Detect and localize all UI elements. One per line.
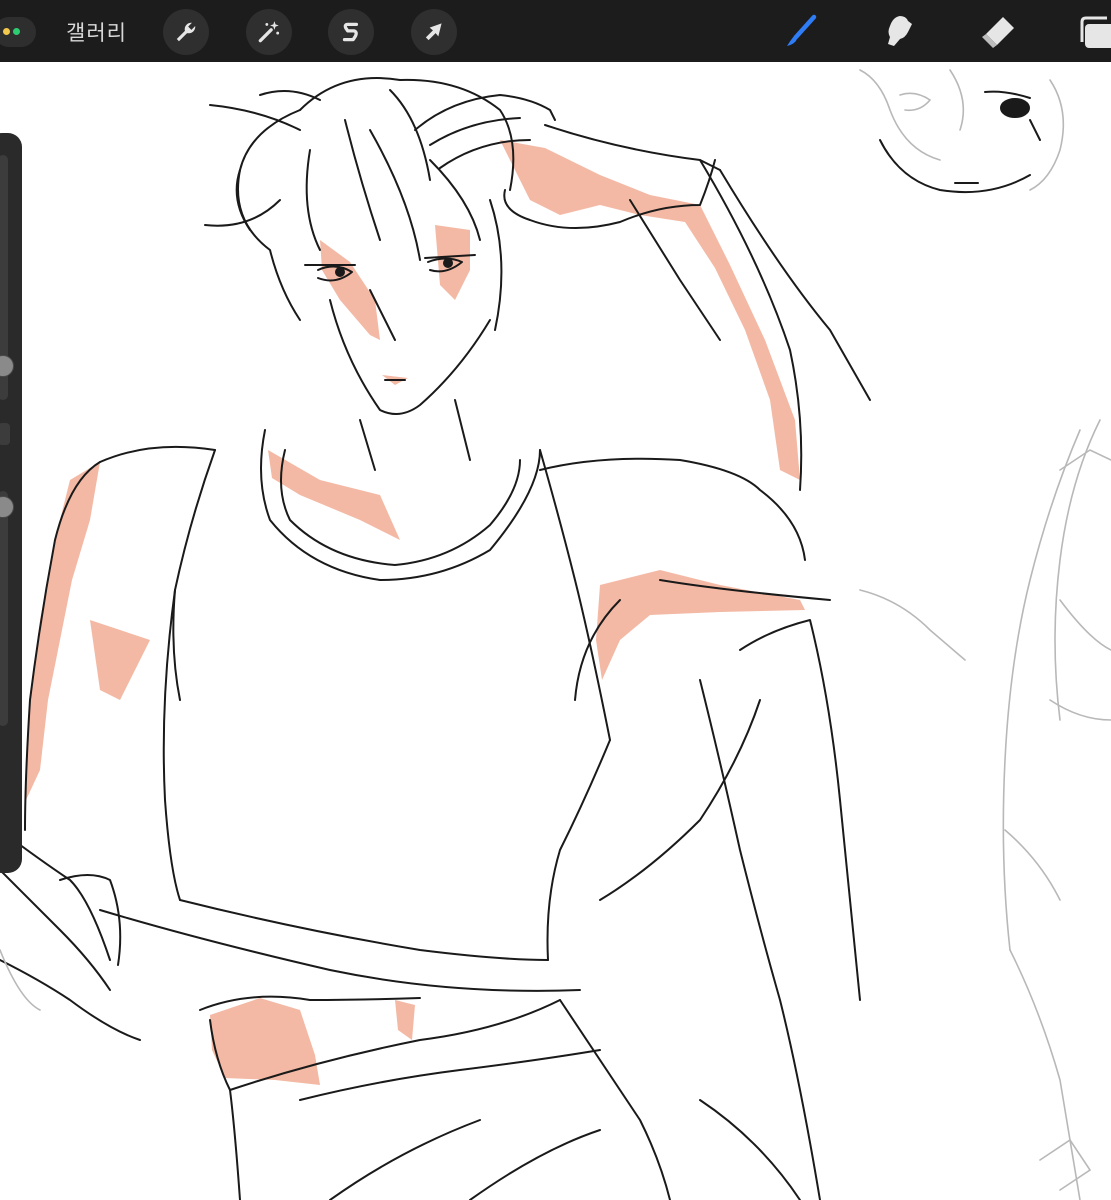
eraser-icon: [982, 17, 1014, 48]
left-sidebar: [0, 133, 22, 873]
selection-s-icon: [342, 22, 359, 42]
window-dots-icon[interactable]: [0, 17, 36, 47]
top-toolbar: 갤러리: [0, 0, 1111, 62]
opacity-slider[interactable]: [0, 491, 14, 726]
gallery-button[interactable]: 갤러리: [66, 17, 127, 47]
wrench-icon: [176, 22, 196, 42]
smudge-tool-button[interactable]: [875, 10, 921, 54]
brush-tool-button[interactable]: [778, 10, 824, 54]
brush-icon: [787, 14, 817, 46]
transform-button[interactable]: [411, 9, 457, 55]
selection-button[interactable]: [328, 9, 374, 55]
actions-button[interactable]: [163, 9, 209, 55]
faded-sketches: [0, 69, 1111, 1200]
brush-size-handle[interactable]: [0, 355, 14, 377]
side-face-sketch: [879, 90, 1041, 194]
magic-wand-icon: [258, 21, 280, 43]
skin-shading: [26, 140, 805, 1085]
modify-button[interactable]: [0, 423, 10, 445]
opacity-handle[interactable]: [0, 496, 14, 518]
adjustments-button[interactable]: [246, 9, 292, 55]
layers-icon: [1080, 16, 1111, 48]
arrow-cursor-icon: [425, 23, 442, 41]
sketch-artwork: [0, 69, 1111, 1200]
window-dot-yellow: [3, 28, 10, 35]
window-dot-green: [13, 28, 20, 35]
brush-size-slider[interactable]: [0, 155, 14, 400]
eraser-tool-button[interactable]: [975, 10, 1021, 54]
smudge-icon: [888, 16, 912, 46]
layers-button[interactable]: [1074, 10, 1111, 54]
drawing-canvas[interactable]: [0, 62, 1111, 1200]
